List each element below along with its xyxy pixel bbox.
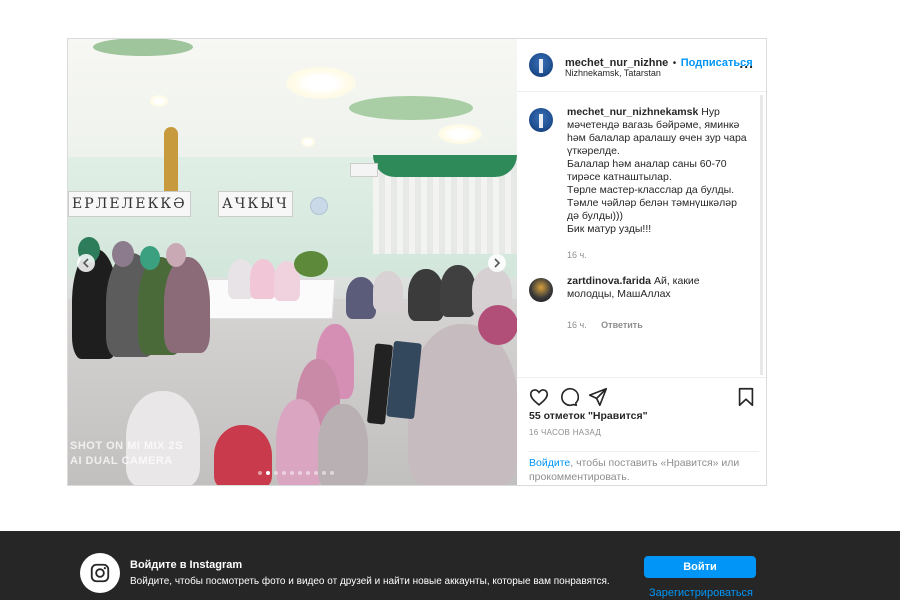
login-banner-title: Войдите в Instagram	[130, 559, 243, 571]
photo-curtain-top	[373, 155, 517, 177]
photo-banner-left: ЕРЛЕЛЕККӘ	[68, 191, 191, 217]
carousel-dot[interactable]	[314, 471, 318, 475]
login-link[interactable]: Войдите	[529, 457, 570, 469]
heart-icon[interactable]	[528, 386, 550, 408]
person	[164, 257, 210, 353]
post-actions: 55 отметок "Нравится" 16 ЧАСОВ НАЗАД	[517, 377, 766, 448]
carousel-dot[interactable]	[282, 471, 286, 475]
person-head	[112, 241, 134, 267]
login-banner: Войдите в Instagram Войдите, чтобы посмо…	[0, 531, 900, 600]
post-caption: mechet_nur_nizhnekamsk Нур мәчетендә ваг…	[529, 106, 754, 266]
avatar[interactable]	[529, 278, 553, 302]
comments-scrollbar[interactable]	[760, 95, 763, 375]
caption-author[interactable]: mechet_nur_nizhnekamsk	[567, 106, 698, 118]
person	[408, 269, 444, 321]
signup-link[interactable]: Зарегистрироваться	[649, 587, 753, 599]
caption-time: 16 ч.	[567, 250, 587, 260]
person	[214, 425, 272, 485]
comment-icon[interactable]	[557, 386, 579, 408]
ceiling-light	[438, 124, 482, 144]
person	[440, 265, 476, 317]
watermark-line-1: SHOT ON MI MIX 2S	[70, 440, 184, 452]
person	[408, 324, 517, 485]
comments-list: mechet_nur_nizhnekamsk Нур мәчетендә ваг…	[517, 92, 766, 377]
carousel-dot[interactable]	[290, 471, 294, 475]
post-sidebar: mechet_nur_nizhne • Подписаться Nizhneka…	[517, 39, 766, 485]
person	[250, 259, 276, 299]
avatar[interactable]	[529, 108, 553, 132]
carousel-dot[interactable]	[298, 471, 302, 475]
watermark-line-2: AI DUAL CAMERA	[70, 455, 173, 467]
more-icon[interactable]: ...	[739, 55, 754, 71]
person-head	[478, 305, 517, 345]
comment-meta: 16 ч. Ответить	[567, 315, 643, 333]
person	[346, 277, 376, 319]
post-location[interactable]: Nizhnekamsk, Tatarstan	[565, 68, 661, 78]
caption-body: mechet_nur_nizhnekamsk Нур мәчетендә ваг…	[567, 106, 747, 236]
person	[373, 271, 403, 311]
bookmark-icon[interactable]	[735, 386, 757, 408]
photo-plant	[294, 251, 328, 277]
ceiling-light	[301, 137, 315, 147]
ceiling-light	[150, 95, 168, 107]
ceiling-ornament	[349, 96, 473, 120]
comment-author[interactable]: zartdinova.farida	[567, 275, 651, 287]
person	[126, 391, 200, 485]
ceiling-ornament	[93, 39, 193, 56]
carousel-dots	[258, 471, 334, 475]
chevron-right-icon[interactable]	[488, 254, 506, 272]
comment-item: zartdinova.farida Ай, какие молодцы, Маш…	[529, 275, 754, 335]
photo-watermark: SHOT ON MI MIX 2S AI DUAL CAMERA	[70, 439, 183, 469]
login-prompt: Войдите, чтобы поставить «Нравится» или …	[529, 451, 759, 484]
carousel-dot[interactable]	[330, 471, 334, 475]
carousel-dot[interactable]	[258, 471, 262, 475]
header-separator: •	[672, 58, 677, 69]
post-timestamp: 16 ЧАСОВ НАЗАД	[529, 428, 602, 437]
avatar[interactable]	[529, 53, 553, 77]
chevron-left-icon[interactable]	[77, 254, 95, 272]
comment-time: 16 ч.	[567, 320, 587, 330]
carousel-dot[interactable]	[306, 471, 310, 475]
caption-text: Нур мәчетендә вагазь бәйрәме, яминкә һәм…	[567, 106, 747, 235]
carousel-dot-active[interactable]	[266, 471, 270, 475]
login-banner-subtitle: Войдите, чтобы посмотреть фото и видео о…	[130, 576, 610, 587]
reply-button[interactable]: Ответить	[601, 320, 643, 330]
photo-banner-right: АЧКЫЧ	[218, 191, 293, 217]
comment-body: zartdinova.farida Ай, какие молодцы, Маш…	[567, 275, 747, 301]
post-header: mechet_nur_nizhne • Подписаться Nizhneka…	[517, 39, 766, 92]
photo-balloon	[310, 197, 328, 215]
login-button[interactable]: Войти	[644, 556, 756, 578]
instagram-icon	[80, 553, 120, 593]
person-head	[140, 246, 160, 270]
person-head	[166, 243, 186, 267]
post-photo[interactable]: ЕРЛЕЛЕККӘ АЧКЫЧ SHOT ON MI MIX 2S AI DUA…	[68, 39, 517, 485]
likes-count[interactable]: 55 отметок "Нравится"	[529, 410, 648, 422]
share-icon[interactable]	[587, 386, 609, 408]
carousel-dot[interactable]	[274, 471, 278, 475]
post-card: ЕРЛЕЛЕККӘ АЧКЫЧ SHOT ON MI MIX 2S AI DUA…	[67, 38, 767, 486]
carousel-dot[interactable]	[322, 471, 326, 475]
air-conditioner	[350, 163, 378, 177]
